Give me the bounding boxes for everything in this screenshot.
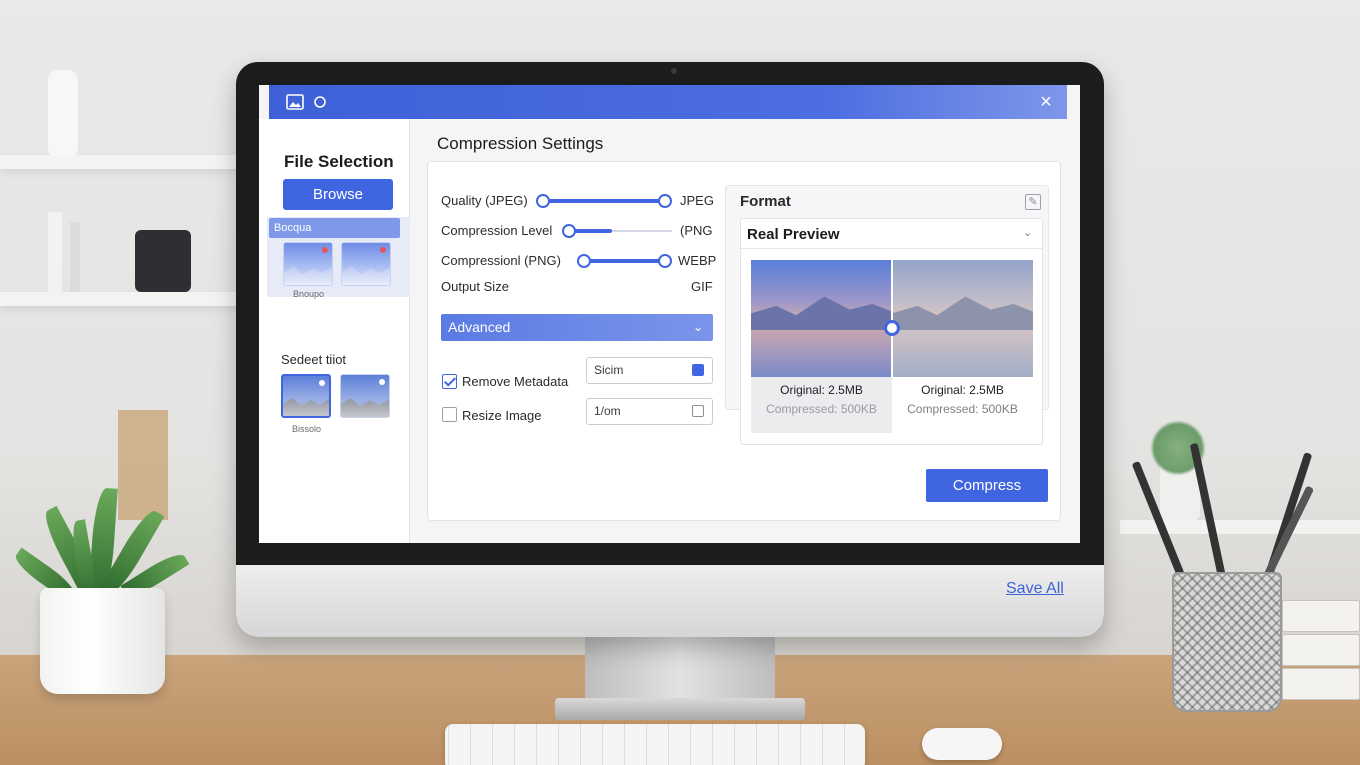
- slider-end-knob[interactable]: [658, 254, 672, 268]
- compress-button[interactable]: Compress: [926, 469, 1048, 502]
- advanced-label: Advanced: [448, 319, 511, 335]
- metadata-field-value: Sicim: [594, 363, 624, 377]
- original-image: [751, 260, 892, 377]
- right-original-size: Original: 2.5MB: [921, 383, 1004, 397]
- page-title: Compression Settings: [437, 134, 604, 153]
- close-icon[interactable]: ×: [1035, 91, 1057, 113]
- book-stack: [1282, 600, 1360, 632]
- selected-heading: Sedeet tiiot: [281, 352, 347, 367]
- background-books: [118, 410, 168, 520]
- compare-slider-handle[interactable]: [884, 320, 900, 336]
- format-jpeg[interactable]: JPEG: [680, 193, 714, 208]
- compression-level-slider[interactable]: [562, 224, 672, 238]
- compressed-image: [892, 260, 1033, 377]
- file-group-header[interactable]: Bocqua: [269, 218, 400, 238]
- sidebar-title: File Selection: [284, 152, 394, 171]
- metadata-field[interactable]: Sicim: [586, 357, 713, 384]
- webcam: [671, 68, 677, 74]
- slider-end-knob[interactable]: [658, 194, 672, 208]
- selected-caption: Bissolo: [292, 424, 322, 434]
- shelf-book: [48, 212, 62, 292]
- compare-divider: [891, 260, 893, 377]
- slider-start-knob[interactable]: [577, 254, 591, 268]
- selected-thumbnail[interactable]: [340, 374, 390, 418]
- chevron-down-icon[interactable]: ⌄: [1023, 226, 1032, 239]
- selected-thumbnail[interactable]: [281, 374, 331, 418]
- title-bar: ×: [269, 85, 1067, 119]
- slider-start-knob[interactable]: [536, 194, 550, 208]
- quality-slider[interactable]: [536, 194, 672, 208]
- resize-image-label: Resize Image: [462, 408, 542, 423]
- monitor-stand: [585, 630, 775, 705]
- save-all-link[interactable]: Save All: [1006, 580, 1064, 598]
- edit-icon[interactable]: ✎: [1025, 194, 1041, 210]
- sidebar: File Selection Browse Bocqua Bnoupo Sede…: [259, 119, 410, 543]
- browse-button[interactable]: Browse: [283, 179, 393, 210]
- quality-jpeg-label: Quality (JPEG): [441, 193, 528, 208]
- slider-start-knob[interactable]: [562, 224, 576, 238]
- format-png[interactable]: (PNG: [680, 223, 713, 238]
- chevron-down-icon: ⌄: [692, 320, 703, 334]
- resize-field-value: 1/om: [594, 404, 621, 418]
- shelf-book: [70, 222, 80, 292]
- file-thumbnail[interactable]: [341, 242, 391, 286]
- file-thumbnail[interactable]: [283, 242, 333, 286]
- checkbox-icon: [692, 364, 704, 376]
- format-webp[interactable]: WEBP: [678, 253, 716, 268]
- right-compressed-size: Compressed: 500KB: [907, 402, 1018, 416]
- file-group-caption: Bnoupo: [293, 289, 325, 299]
- keyboard: [445, 724, 865, 765]
- real-preview-title: Real Preview: [747, 226, 840, 243]
- left-original-size: Original: 2.5MB: [780, 383, 863, 397]
- output-size-label: Output Size: [441, 279, 509, 294]
- monitor-chin: [236, 565, 1104, 637]
- remove-metadata-label: Remove Metadata: [462, 374, 569, 389]
- remove-metadata-checkbox[interactable]: [442, 374, 457, 389]
- compression-png-slider[interactable]: [577, 254, 672, 268]
- advanced-dropdown[interactable]: Advanced ⌄: [441, 314, 713, 341]
- format-title: Format: [740, 193, 791, 210]
- image-icon: [286, 94, 304, 110]
- monitor-stand-base: [555, 698, 805, 720]
- shelf-box: [135, 230, 191, 292]
- wall-shelf-bottom: [0, 292, 250, 306]
- divider: [740, 248, 1043, 249]
- resize-field[interactable]: 1/om: [586, 398, 713, 425]
- book-stack: [1282, 634, 1360, 666]
- wall-shelf-top: [0, 155, 250, 169]
- circle-icon: [312, 94, 330, 110]
- compression-png-label: Compressionl (PNG): [441, 253, 561, 268]
- format-gif[interactable]: GIF: [691, 279, 713, 294]
- app-window: × File Selection Browse Bocqua Bnoupo Se…: [259, 85, 1080, 543]
- vase: [48, 70, 78, 156]
- book-stack: [1282, 668, 1360, 700]
- left-compressed-size: Compressed: 500KB: [766, 402, 877, 416]
- checkbox-icon: [692, 405, 704, 417]
- compression-level-label: Compression Level: [441, 223, 553, 238]
- resize-image-checkbox[interactable]: [442, 407, 457, 422]
- mouse: [922, 728, 1002, 760]
